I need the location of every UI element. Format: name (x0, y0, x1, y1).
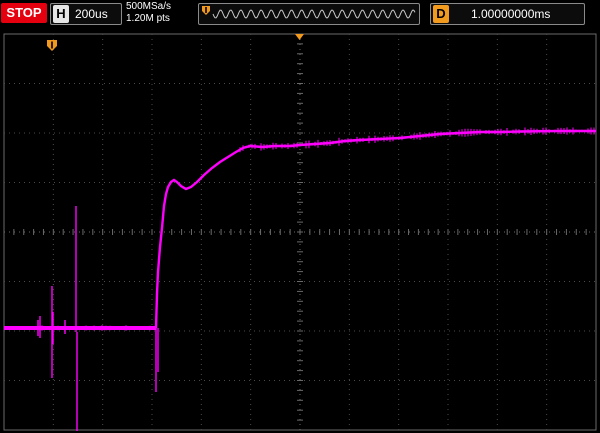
timebase-value: 200us (75, 7, 108, 21)
delay-label: D (433, 5, 449, 23)
waveform-display[interactable] (0, 32, 600, 433)
trigger-position-icon (202, 6, 210, 15)
overview-wave (212, 9, 416, 19)
timebase-label: H (53, 5, 69, 23)
acquisition-info: 500MSa/s 1.20M pts (126, 1, 171, 25)
horizontal-timebase[interactable]: H 200us (50, 3, 122, 25)
memory-overview-bar[interactable] (198, 3, 420, 25)
horizontal-delay[interactable]: D 1.00000000ms (430, 3, 585, 25)
delay-value: 1.00000000ms (471, 7, 551, 21)
memory-overview-waveform (202, 6, 416, 19)
run-stop-button[interactable]: STOP (1, 3, 47, 23)
sample-rate: 500MSa/s (126, 1, 172, 12)
status-bar: STOP H 200us 500MSa/s 1.20M pts D 1.0000… (0, 0, 600, 30)
memory-depth: 1.20M pts (126, 13, 170, 24)
